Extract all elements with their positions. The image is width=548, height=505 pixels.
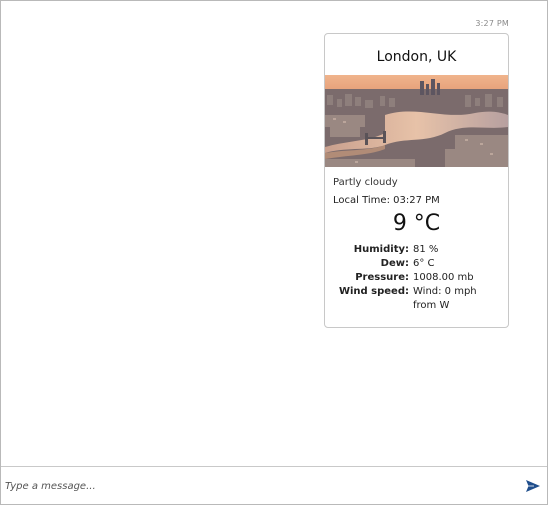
- city-image: [325, 75, 508, 167]
- fact-label: Dew:: [380, 258, 409, 269]
- fact-row-dew: Dew: 6° C: [325, 257, 508, 271]
- fact-label: Wind speed:: [338, 286, 409, 297]
- local-time: Local Time: 03:27 PM: [333, 195, 440, 206]
- fact-row-humidity: Humidity: 81 %: [325, 243, 508, 257]
- fact-label: Pressure:: [355, 272, 409, 283]
- fact-label: Humidity:: [353, 244, 409, 255]
- fact-value: 1008.00 mb: [413, 272, 474, 283]
- fact-value: 81 %: [413, 244, 439, 255]
- send-icon: [526, 480, 540, 492]
- weather-condition: Partly cloudy: [333, 177, 398, 188]
- message-composer: [1, 466, 547, 504]
- weather-card: London, UK Partly cloudy Local Time: 03:…: [324, 33, 509, 328]
- weather-facts: Humidity: 81 % Dew: 6° C Pressure: 1008.…: [325, 243, 508, 313]
- message-list: 3:27 PM London, UK Partly cloudy Local T…: [1, 1, 547, 466]
- fact-value: 6° C: [413, 258, 435, 269]
- temperature: 9 °C: [392, 211, 441, 236]
- fact-row-pressure: Pressure: 1008.00 mb: [325, 271, 508, 285]
- card-title: London, UK: [376, 49, 457, 65]
- fact-row-wind-speed: Wind speed: Wind: 0 mph from W: [325, 285, 508, 313]
- chat-window: 3:27 PM London, UK Partly cloudy Local T…: [0, 0, 548, 505]
- message-input[interactable]: [5, 475, 505, 497]
- message-timestamp: 3:27 PM: [475, 19, 509, 28]
- send-button[interactable]: [525, 479, 541, 493]
- fact-value: Wind: 0 mph from W: [413, 286, 477, 311]
